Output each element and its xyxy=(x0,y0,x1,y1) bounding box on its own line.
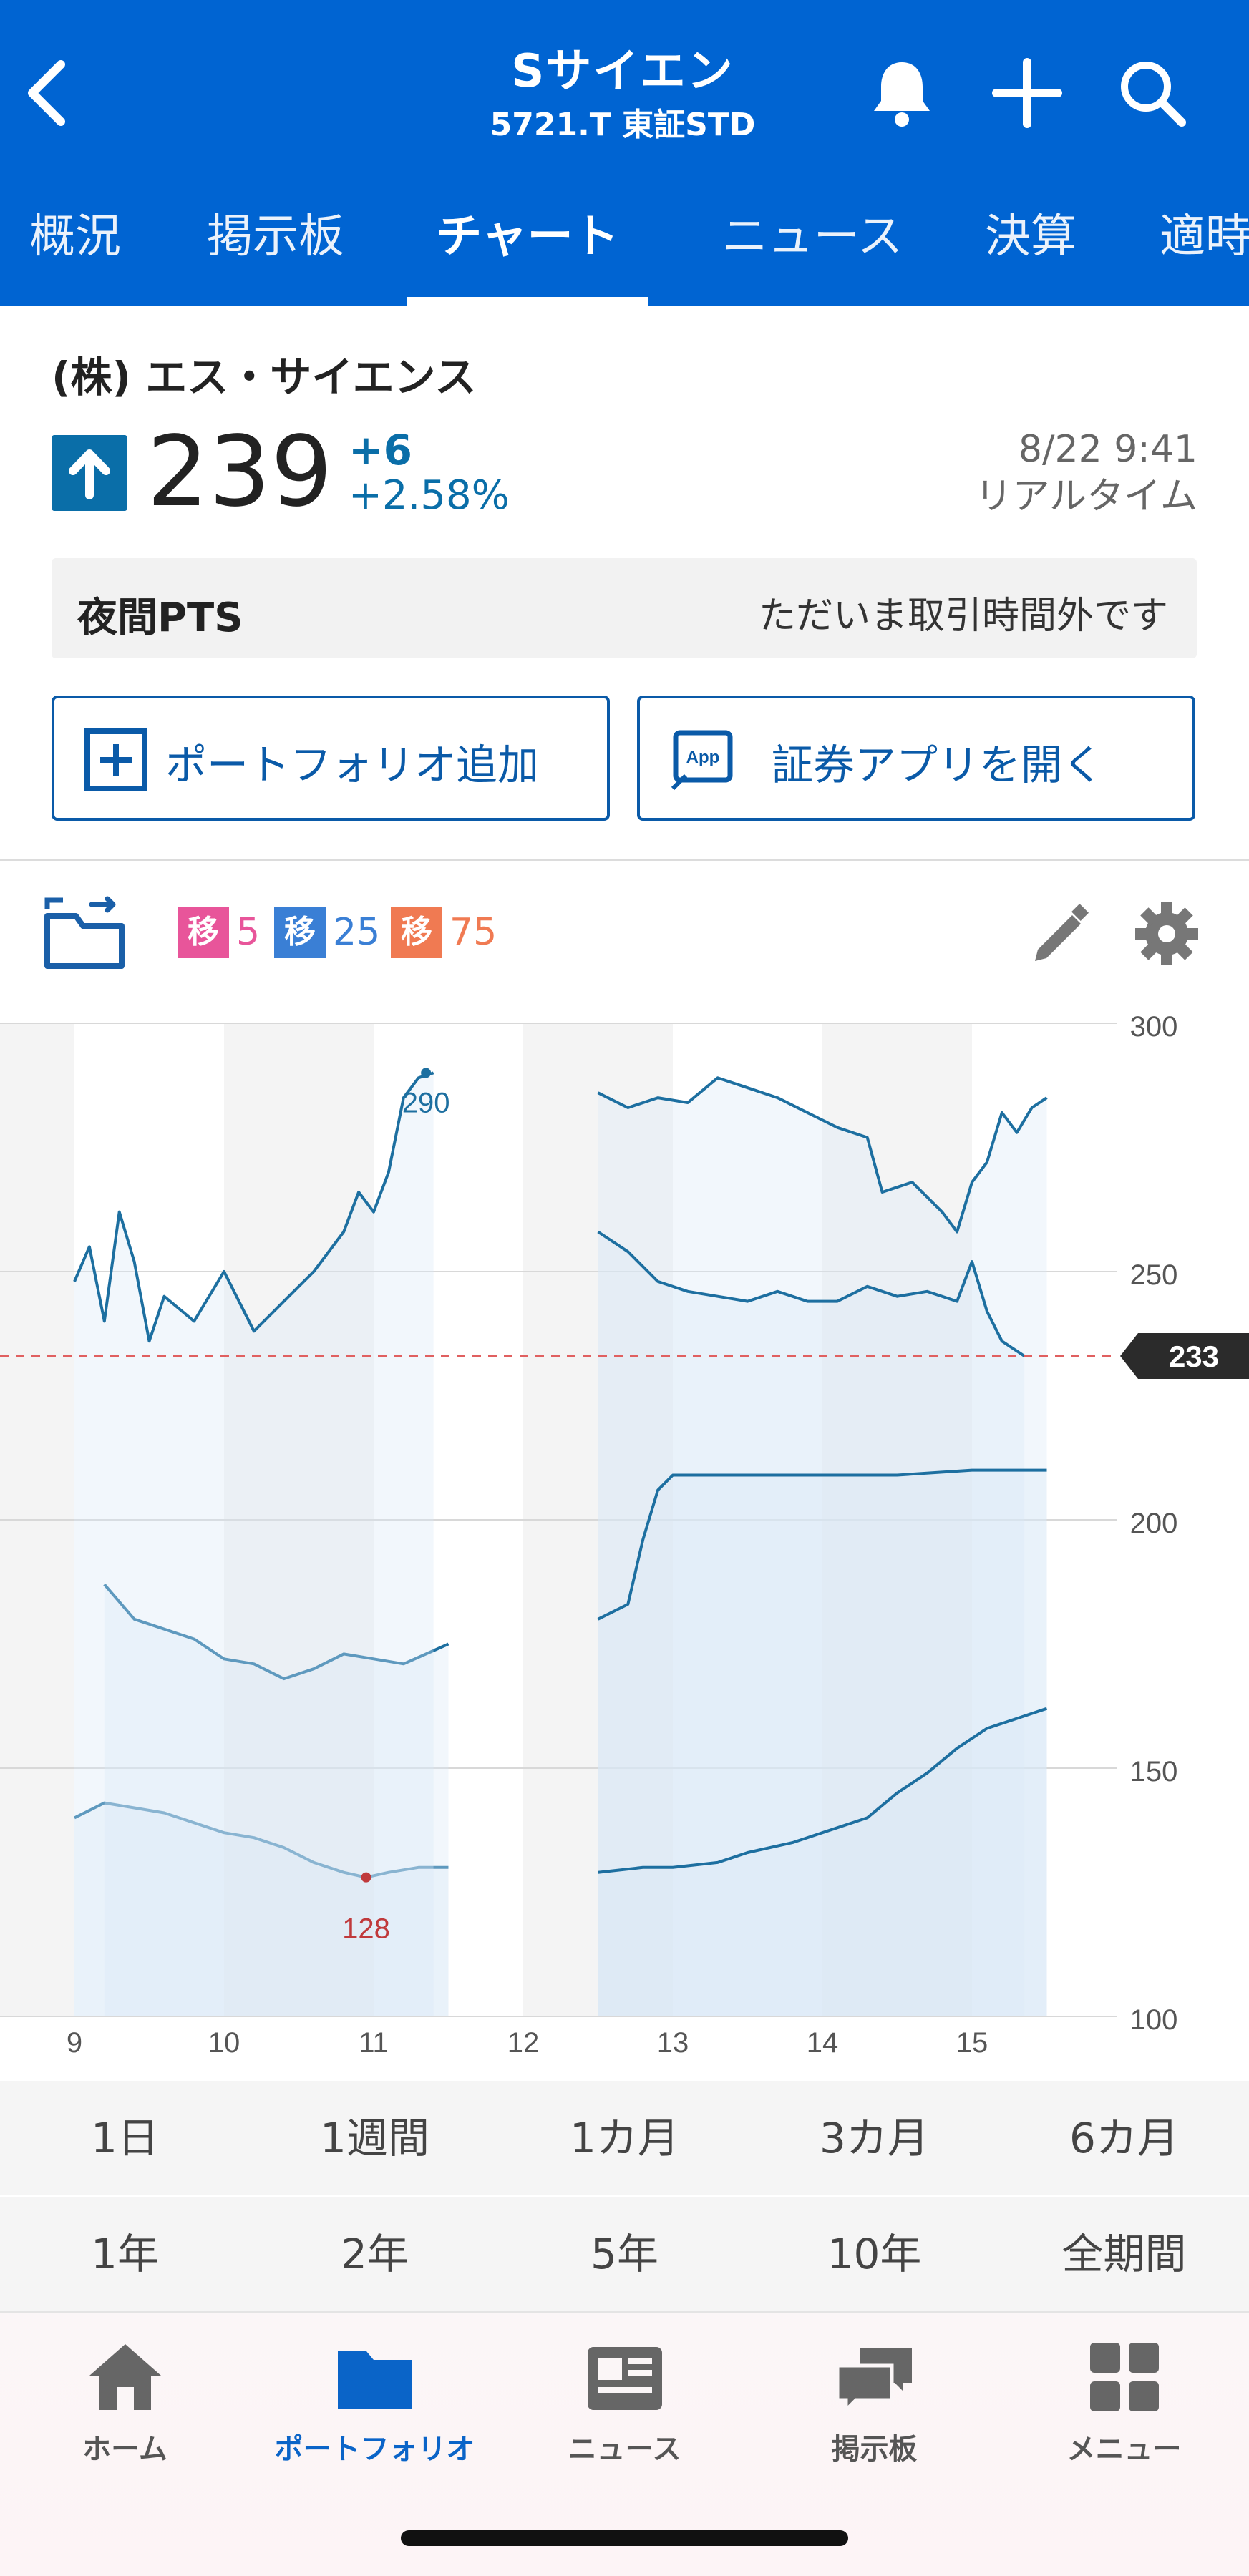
nav-board[interactable]: 掲示板 xyxy=(749,2334,999,2492)
newspaper-icon xyxy=(587,2347,662,2410)
y-tick-label: 300 xyxy=(1130,1011,1178,1043)
x-tick-label: 11 xyxy=(359,2027,389,2059)
tab-news[interactable]: ニュース xyxy=(705,193,920,306)
ma-25-period: 25 xyxy=(333,911,381,954)
nav-board-label: 掲示板 xyxy=(831,2433,918,2466)
home-indicator xyxy=(401,2530,848,2546)
pts-label: 夜間PTS xyxy=(77,595,243,641)
period-6m[interactable]: 6カ月 xyxy=(999,2081,1249,2195)
tab-board[interactable]: 掲示板 xyxy=(204,193,347,306)
chat-bubbles-icon xyxy=(835,2348,912,2415)
open-broker-app-button[interactable]: App 証券アプリを開く xyxy=(637,696,1195,821)
quote-time-block: 8/22 9:41 リアルタイム xyxy=(976,426,1197,520)
low-annotation: 128 xyxy=(342,1913,390,1945)
bell-icon xyxy=(874,62,930,127)
nav-news-label: ニュース xyxy=(568,2433,681,2466)
x-tick-label: 13 xyxy=(657,2027,689,2059)
period-1m[interactable]: 1カ月 xyxy=(500,2081,749,2195)
period-10y[interactable]: 10年 xyxy=(749,2197,999,2311)
ma-75-period: 75 xyxy=(449,911,497,954)
y-tick-label: 150 xyxy=(1130,1756,1178,1787)
period-1y[interactable]: 1年 xyxy=(0,2197,250,2311)
draw-button[interactable] xyxy=(1024,898,1095,970)
nav-home-label: ホーム xyxy=(82,2433,167,2466)
y-tick-label: 200 xyxy=(1130,1508,1178,1539)
realtime-label: リアルタイム xyxy=(975,475,1197,518)
company-name: (株) エス・サイエンス xyxy=(52,353,477,401)
period-row-1: 1日 1週間 1カ月 3カ月 6カ月 xyxy=(0,2081,1249,2195)
price-change-percent: +2.58% xyxy=(349,472,510,519)
nav-home[interactable]: ホーム xyxy=(0,2334,250,2492)
ma-25-badge[interactable]: 移 25 xyxy=(274,907,381,958)
tab-chart[interactable]: チャート xyxy=(407,193,648,306)
page-subtitle: 5721.T 東証STD xyxy=(490,107,756,143)
ma-5-badge[interactable]: 移 5 xyxy=(178,907,261,958)
tab-disclosure[interactable]: 適時 xyxy=(1160,193,1249,306)
period-1d[interactable]: 1日 xyxy=(0,2081,250,2195)
x-tick-label: 10 xyxy=(208,2027,240,2059)
y-tick-label: 100 xyxy=(1130,2004,1178,2036)
app-header: Sサイエン 5721.T 東証STD 概況 掲示板 チャート ニュース 決算 適… xyxy=(0,0,1249,306)
ma-75-label: 移 xyxy=(391,907,442,958)
grid-icon xyxy=(1089,2343,1159,2411)
chevron-left-icon xyxy=(28,60,65,126)
nav-menu-label: メニュー xyxy=(1066,2433,1182,2466)
night-pts-bar: 夜間PTS ただいま取引時間外です xyxy=(52,558,1197,658)
nav-portfolio[interactable]: ポートフォリオ xyxy=(250,2334,500,2492)
home-icon xyxy=(89,2344,161,2410)
add-to-portfolio-button[interactable]: ポートフォリオ追加 xyxy=(52,696,610,821)
high-annotation: 290 xyxy=(402,1087,450,1118)
price-direction-badge xyxy=(52,435,127,511)
search-icon xyxy=(1121,62,1186,127)
period-all[interactable]: 全期間 xyxy=(999,2197,1249,2311)
nav-news[interactable]: ニュース xyxy=(500,2334,749,2492)
page-title: Sサイエン xyxy=(511,45,734,98)
ma-5-period: 5 xyxy=(236,911,261,954)
y-tick-label: 250 xyxy=(1130,1259,1178,1291)
open-broker-app-label: 証券アプリを開く xyxy=(771,741,1104,789)
notification-button[interactable] xyxy=(862,54,941,132)
period-1w[interactable]: 1週間 xyxy=(250,2081,500,2195)
pencil-icon xyxy=(1035,903,1089,961)
folder-icon xyxy=(337,2351,412,2409)
tab-overview[interactable]: 概況 xyxy=(25,193,125,306)
ma-5-label: 移 xyxy=(178,907,229,958)
tab-bar: 概況 掲示板 チャート ニュース 決算 適時 xyxy=(0,193,1249,306)
price-chart-svg: 300 250 200 150 100 9 10 11 12 13 14 15 233 290 128 xyxy=(0,1011,1249,2059)
low-marker xyxy=(361,1872,371,1883)
period-3m[interactable]: 3カ月 xyxy=(749,2081,999,2195)
chart-type-switch-button[interactable] xyxy=(42,894,127,973)
x-tick-label: 9 xyxy=(67,2027,82,2059)
x-tick-label: 14 xyxy=(807,2027,839,2059)
period-2y[interactable]: 2年 xyxy=(250,2197,500,2311)
ma-25-label: 移 xyxy=(274,907,326,958)
quote-datetime: 8/22 9:41 xyxy=(1018,428,1197,471)
x-tick-label: 12 xyxy=(507,2027,540,2059)
current-price: 239 xyxy=(147,416,333,529)
plus-icon xyxy=(992,58,1062,128)
price-change: +6 xyxy=(349,426,412,474)
pts-status: ただいま取引時間外です xyxy=(758,595,1168,638)
x-tick-label: 15 xyxy=(956,2027,988,2059)
period-row-2: 1年 2年 5年 10年 全期間 xyxy=(0,2197,1249,2311)
folder-switch-icon xyxy=(44,896,125,969)
add-button[interactable] xyxy=(988,54,1066,132)
price-chart[interactable]: 300 250 200 150 100 9 10 11 12 13 14 15 233 290 128 xyxy=(0,1009,1249,2061)
active-tab-indicator xyxy=(407,297,648,306)
header-title-block: Sサイエン 5721.T 東証STD xyxy=(372,39,873,147)
back-button[interactable] xyxy=(21,57,72,129)
gear-icon xyxy=(1135,902,1198,965)
period-5y[interactable]: 5年 xyxy=(500,2197,749,2311)
arrow-up-icon xyxy=(69,449,110,499)
nav-portfolio-label: ポートフォリオ xyxy=(274,2433,475,2466)
current-price-label: 233 xyxy=(1169,1340,1219,1373)
tab-earnings[interactable]: 決算 xyxy=(981,193,1081,306)
chart-settings-button[interactable] xyxy=(1131,898,1202,970)
nav-menu[interactable]: メニュー xyxy=(999,2334,1249,2492)
high-marker xyxy=(421,1068,432,1078)
ma-75-badge[interactable]: 移 75 xyxy=(391,907,497,958)
add-to-portfolio-label: ポートフォリオ追加 xyxy=(165,741,539,789)
search-button[interactable] xyxy=(1113,54,1192,132)
section-divider xyxy=(0,859,1249,861)
